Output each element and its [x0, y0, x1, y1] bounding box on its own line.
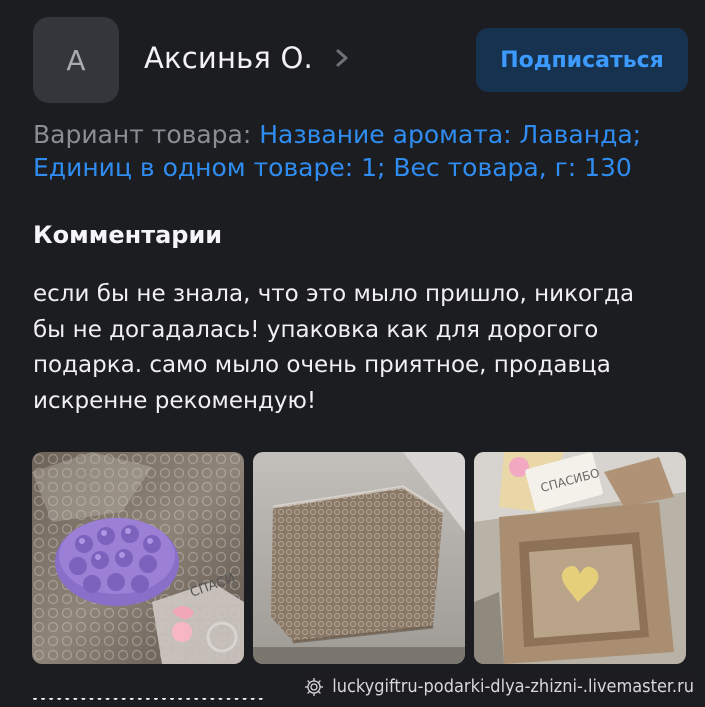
review-photos: СПАСИ СПАСИБО	[32, 452, 687, 664]
site-watermark: luckygiftru-podarki-dlya-zhizni-.livemas…	[302, 676, 694, 697]
comment-text: если бы не знала, что это мыло пришло, н…	[33, 281, 635, 414]
watermark-text: luckygiftru-podarki-dlya-zhizni-.livemas…	[332, 676, 694, 697]
author-name: Аксинья О.	[144, 41, 313, 75]
next-section-cut-off	[33, 698, 333, 707]
review-photo-2[interactable]	[253, 452, 465, 664]
chevron-right-icon	[336, 49, 348, 67]
comments-heading: Комментарии	[33, 221, 223, 249]
avatar-letter: А	[66, 43, 86, 77]
review-header: А Аксинья О. Подписаться	[33, 17, 688, 103]
subscribe-button[interactable]: Подписаться	[476, 28, 688, 92]
review-page: А Аксинья О. Подписаться Вариант товара:…	[0, 0, 705, 707]
variant-prefix: Вариант товара:	[33, 120, 252, 149]
author-profile-link[interactable]: Аксинья О.	[144, 41, 349, 75]
open-box-photo-icon: СПАСИБО	[474, 452, 686, 664]
gear-flower-icon	[305, 677, 324, 696]
review-photo-3[interactable]: СПАСИБО	[474, 452, 686, 664]
wrapped-package-photo-icon	[253, 452, 465, 664]
purple-soap-photo-icon: СПАСИ	[32, 452, 244, 664]
product-variant: Вариант товара: Название аромата: Лаванд…	[33, 118, 673, 184]
avatar[interactable]: А	[33, 17, 119, 103]
review-photo-1[interactable]: СПАСИ	[32, 452, 244, 664]
